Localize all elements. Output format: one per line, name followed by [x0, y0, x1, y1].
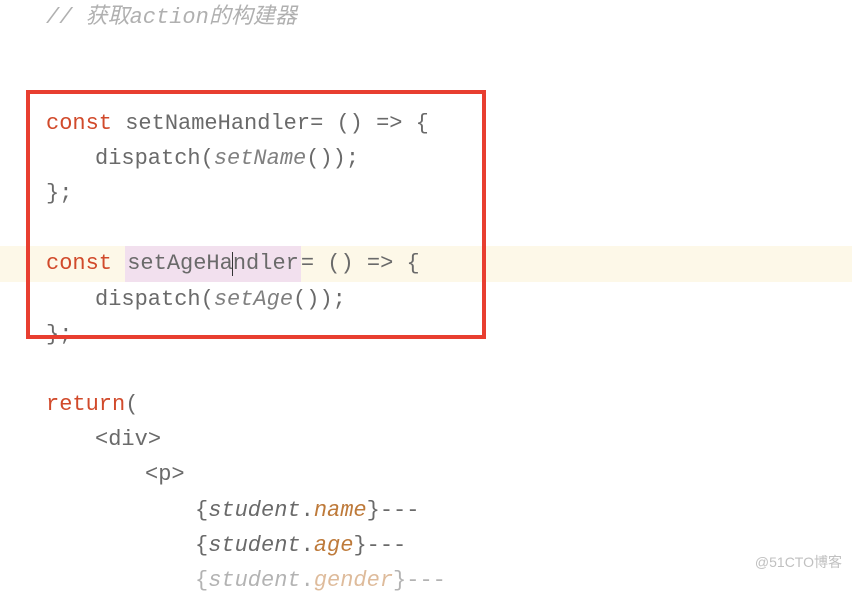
code-line: return (	[0, 387, 852, 422]
dash-text: ---	[380, 493, 420, 528]
code-line: dispatch ( setAge ());	[0, 282, 852, 317]
code-line: { student . name } ---	[0, 493, 852, 528]
watermark-text: @51CTO博客	[755, 551, 842, 573]
brace: {	[195, 528, 208, 563]
code-line-highlighted: const setAgeHandler = () => {	[0, 246, 852, 281]
punct: (	[201, 282, 214, 317]
punct: ());	[293, 282, 346, 317]
code-line: const setNameHandler = () => {	[0, 106, 852, 141]
obj-ref: student	[208, 528, 300, 563]
keyword-const: const	[46, 106, 112, 141]
obj-ref: student	[208, 493, 300, 528]
func-call: setName	[214, 141, 306, 176]
identifier: setNameHandler	[125, 106, 310, 141]
blank-line	[0, 211, 852, 246]
property: gender	[314, 563, 393, 598]
punct: = () => {	[301, 246, 420, 281]
brace: {	[195, 563, 208, 598]
blank-line	[0, 352, 852, 387]
code-line: };	[0, 176, 852, 211]
punct: };	[46, 176, 72, 211]
keyword-return: return	[46, 387, 125, 422]
code-line: <p>	[0, 457, 852, 492]
identifier: dispatch	[95, 282, 201, 317]
identifier: dispatch	[95, 141, 201, 176]
brace: }	[353, 528, 366, 563]
dash-text: ---	[367, 528, 407, 563]
blank-line	[0, 70, 852, 105]
code-line: <div>	[0, 422, 852, 457]
dot: .	[301, 563, 314, 598]
identifier-selected: setAgeHandler	[125, 246, 301, 281]
func-call: setAge	[214, 282, 293, 317]
dash-text: ---	[406, 563, 446, 598]
punct: };	[46, 317, 72, 352]
dot: .	[301, 493, 314, 528]
code-line: // 获取action的构建器	[0, 0, 852, 35]
obj-ref: student	[208, 563, 300, 598]
code-line: };	[0, 317, 852, 352]
blank-line	[0, 35, 852, 70]
brace: {	[195, 493, 208, 528]
jsx-tag: <p>	[145, 457, 185, 492]
brace: }	[367, 493, 380, 528]
property: age	[314, 528, 354, 563]
code-line: { student . gender } ---	[0, 563, 852, 598]
property: name	[314, 493, 367, 528]
comment-text: // 获取action的构建器	[46, 0, 297, 35]
brace: }	[393, 563, 406, 598]
punct: ());	[306, 141, 359, 176]
jsx-tag: <div>	[95, 422, 161, 457]
dot: .	[301, 528, 314, 563]
keyword-const: const	[46, 246, 112, 281]
code-line: { student . age } ---	[0, 528, 852, 563]
code-line: dispatch ( setName ());	[0, 141, 852, 176]
code-block: // 获取action的构建器 const setNameHandler = (…	[0, 0, 852, 598]
punct: = () => {	[310, 106, 429, 141]
punct: (	[125, 387, 138, 422]
punct: (	[201, 141, 214, 176]
